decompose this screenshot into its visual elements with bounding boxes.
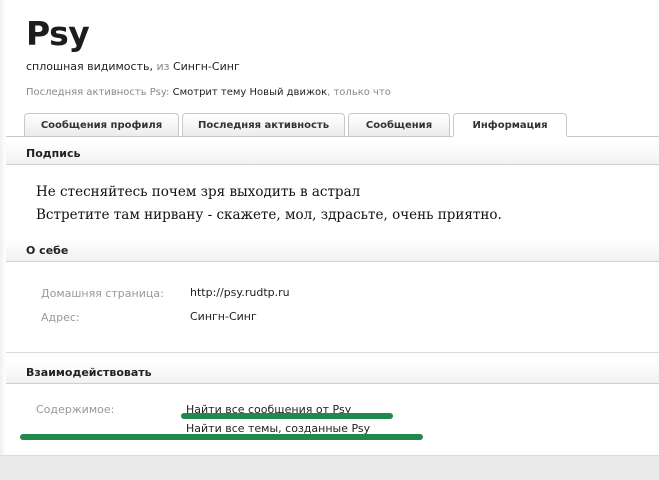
homepage-label: Домашняя страница: xyxy=(41,287,164,300)
signature-line-2: Встретите там нирвану - скажете, мол, зд… xyxy=(36,207,502,223)
left-edge xyxy=(0,0,6,455)
green-highlight-marker-1 xyxy=(181,413,393,419)
last-activity-thread-link[interactable]: Смотрит тему Новый движок xyxy=(173,87,328,98)
green-highlight-marker-2 xyxy=(20,434,423,440)
profile-tabs: Сообщения профиля Последняя активность С… xyxy=(24,113,570,137)
user-location-link[interactable]: Сингн-Синг xyxy=(173,60,240,73)
last-activity: Последняя активность Psy: Смотрит тему Н… xyxy=(26,87,391,98)
from-prefix: из xyxy=(156,60,170,73)
about-divider xyxy=(6,352,659,353)
last-activity-prefix: Последняя активность Psy: xyxy=(26,87,170,98)
homepage-link[interactable]: http://psy.rudtp.ru xyxy=(190,286,290,299)
signature-line-1: Не стесняйтесь почем зря выходить в астр… xyxy=(36,184,361,200)
tab-information[interactable]: Информация xyxy=(453,113,567,137)
last-activity-time: только что xyxy=(333,87,391,98)
address-value: Сингн-Синг xyxy=(190,310,257,323)
signature-heading: Подпись xyxy=(6,143,659,165)
profile-username: Psy xyxy=(26,14,90,53)
page-footer-band xyxy=(0,455,659,480)
user-meta: сплошная видимость, из Сингн-Синг xyxy=(26,60,240,73)
tab-postings[interactable]: Сообщения xyxy=(348,113,450,136)
signature-text: Не стесняйтесь почем зря выходить в астр… xyxy=(36,181,502,227)
address-label: Адрес: xyxy=(41,311,80,324)
tab-recent-activity[interactable]: Последняя активность xyxy=(182,113,345,136)
interact-heading: Взаимодействовать xyxy=(6,362,659,384)
tab-profile-posts[interactable]: Сообщения профиля xyxy=(24,113,179,136)
content-label: Содержимое: xyxy=(36,403,115,416)
about-heading: О себе xyxy=(6,240,659,262)
user-status: сплошная видимость xyxy=(26,60,150,73)
